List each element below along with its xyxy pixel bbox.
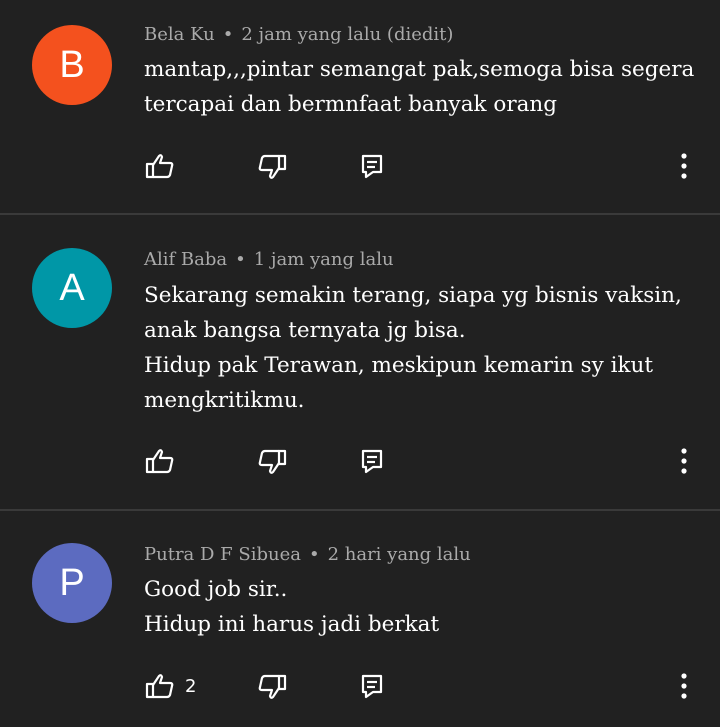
dislike-button[interactable] <box>257 448 287 476</box>
meta-separator: • <box>222 24 234 45</box>
comment-line: Good job sir.. <box>144 577 288 602</box>
thumb-up-icon <box>145 674 174 699</box>
thumb-down-icon <box>258 154 287 179</box>
more-vertical-icon <box>681 673 687 699</box>
meta-separator: • <box>235 249 246 270</box>
comment-time[interactable]: 2 jam yang lalu (diedit) <box>241 24 453 45</box>
avatar[interactable]: B <box>32 25 112 105</box>
like-button[interactable] <box>145 152 185 180</box>
comment-line: mantap,,,pintar semangat pak,semoga bisa… <box>144 57 695 82</box>
reply-comment-icon <box>361 154 383 179</box>
thumb-down-icon <box>258 674 287 699</box>
comment-line: Hidup pak Terawan, meskipun kemarin sy i… <box>144 353 654 378</box>
comment-text: mantap,,,pintar semangat pak,semoga bisa… <box>144 52 704 122</box>
avatar-letter: P <box>59 561 85 604</box>
comment-author[interactable]: Alif Baba <box>144 249 227 270</box>
thumb-down-icon <box>258 449 287 474</box>
comment-menu-button[interactable] <box>676 447 692 475</box>
comment-text: Good job sir.. Hidup ini harus jadi berk… <box>144 572 704 642</box>
comment-author[interactable]: Putra D F Sibuea <box>144 544 301 565</box>
like-count: 2 <box>185 675 197 697</box>
comment-line: anak bangsa ternyata jg bisa. <box>144 318 466 343</box>
comment-line: tercapai dan bermnfaat banyak orang <box>144 92 558 117</box>
avatar-letter: B <box>59 43 85 86</box>
comment-menu-button[interactable] <box>676 672 692 700</box>
comment-time[interactable]: 2 hari yang lalu <box>328 544 471 565</box>
avatar[interactable]: A <box>32 248 112 328</box>
comment-author[interactable]: Bela Ku <box>144 24 215 45</box>
comment-item: B Bela Ku • 2 jam yang lalu (diedit) manta… <box>0 0 720 214</box>
dislike-button[interactable] <box>257 153 287 181</box>
reply-comment-icon <box>361 449 383 474</box>
more-vertical-icon <box>681 448 687 474</box>
avatar-letter: A <box>59 266 85 309</box>
comment-text: Sekarang semakin terang, siapa yg bisnis… <box>144 278 704 418</box>
comment-item: A Alif Baba • 1 jam yang lalu Sekarang sem… <box>0 215 720 509</box>
avatar[interactable]: P <box>32 543 112 623</box>
comment-menu-button[interactable] <box>676 152 692 180</box>
comment-line: Hidup ini harus jadi berkat <box>144 612 440 637</box>
comment-line: Sekarang semakin terang, siapa yg bisnis… <box>144 283 682 308</box>
comment-meta: Alif Baba • 1 jam yang lalu <box>144 249 394 270</box>
meta-separator: • <box>308 544 320 565</box>
like-button[interactable]: 2 <box>145 672 196 700</box>
comment-item: P Putra D F Sibuea • 2 hari yang lalu Good… <box>0 511 720 727</box>
reply-button[interactable] <box>360 448 386 474</box>
thumb-up-icon <box>145 154 174 179</box>
like-button[interactable] <box>145 447 185 475</box>
thumb-up-icon <box>145 449 174 474</box>
comment-time[interactable]: 1 jam yang lalu <box>254 249 394 270</box>
reply-button[interactable] <box>360 153 386 179</box>
comment-meta: Putra D F Sibuea • 2 hari yang lalu <box>144 544 471 565</box>
more-vertical-icon <box>681 153 687 179</box>
reply-button[interactable] <box>360 673 386 699</box>
dislike-button[interactable] <box>257 673 287 701</box>
reply-comment-icon <box>361 674 383 699</box>
comment-line: mengkritikmu. <box>144 388 305 413</box>
comment-meta: Bela Ku • 2 jam yang lalu (diedit) <box>144 24 453 45</box>
